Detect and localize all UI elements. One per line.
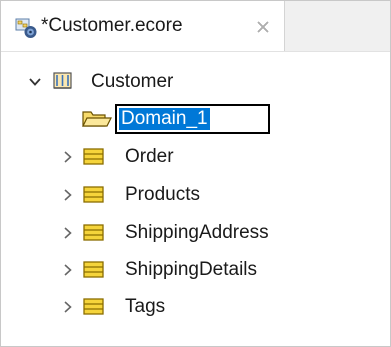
tab-title: *Customer.ecore bbox=[41, 15, 183, 36]
eclass-icon bbox=[83, 223, 105, 243]
rename-input-value: Domain_1 bbox=[119, 108, 210, 130]
folder-open-icon bbox=[81, 108, 113, 130]
package-icon bbox=[52, 70, 74, 92]
chevron-right-icon[interactable] bbox=[61, 300, 75, 314]
chevron-right-icon[interactable] bbox=[61, 263, 75, 277]
chevron-right-icon[interactable] bbox=[61, 226, 75, 240]
tree-item-label: ShippingAddress bbox=[125, 222, 269, 243]
tree-item-label: Order bbox=[125, 146, 174, 167]
tree-item-label: Customer bbox=[91, 71, 174, 92]
eclass-icon bbox=[83, 147, 105, 167]
tree-item-label: Products bbox=[125, 184, 200, 205]
eclass-icon bbox=[83, 297, 105, 317]
close-icon[interactable] bbox=[255, 19, 271, 35]
rename-input[interactable]: Domain_1 bbox=[115, 104, 270, 134]
chevron-down-icon[interactable] bbox=[28, 75, 42, 89]
editor-tab-bar: *Customer.ecore bbox=[1, 1, 390, 52]
chevron-right-icon[interactable] bbox=[61, 150, 75, 164]
eclass-icon bbox=[83, 185, 105, 205]
ecore-model-icon bbox=[15, 16, 39, 40]
tree-item-label: ShippingDetails bbox=[125, 259, 258, 280]
eclass-icon bbox=[83, 260, 105, 280]
chevron-right-icon[interactable] bbox=[61, 188, 75, 202]
tab-customer-ecore[interactable]: *Customer.ecore bbox=[1, 1, 285, 51]
ecore-editor: *Customer.ecore Customer Domain_1 Order … bbox=[0, 0, 391, 347]
tree-item-label: Tags bbox=[125, 296, 166, 317]
